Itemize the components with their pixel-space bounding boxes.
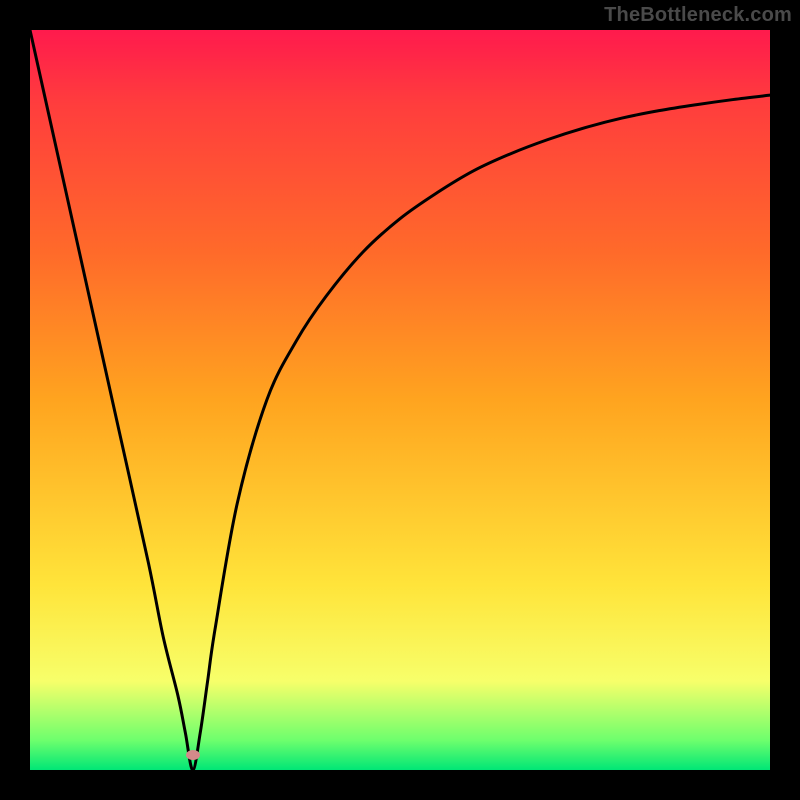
bottleneck-curve	[30, 30, 770, 770]
chart-stage: TheBottleneck.com	[0, 0, 800, 800]
watermark-text: TheBottleneck.com	[604, 4, 792, 27]
plot-area	[30, 30, 770, 770]
curve-svg	[30, 30, 770, 770]
